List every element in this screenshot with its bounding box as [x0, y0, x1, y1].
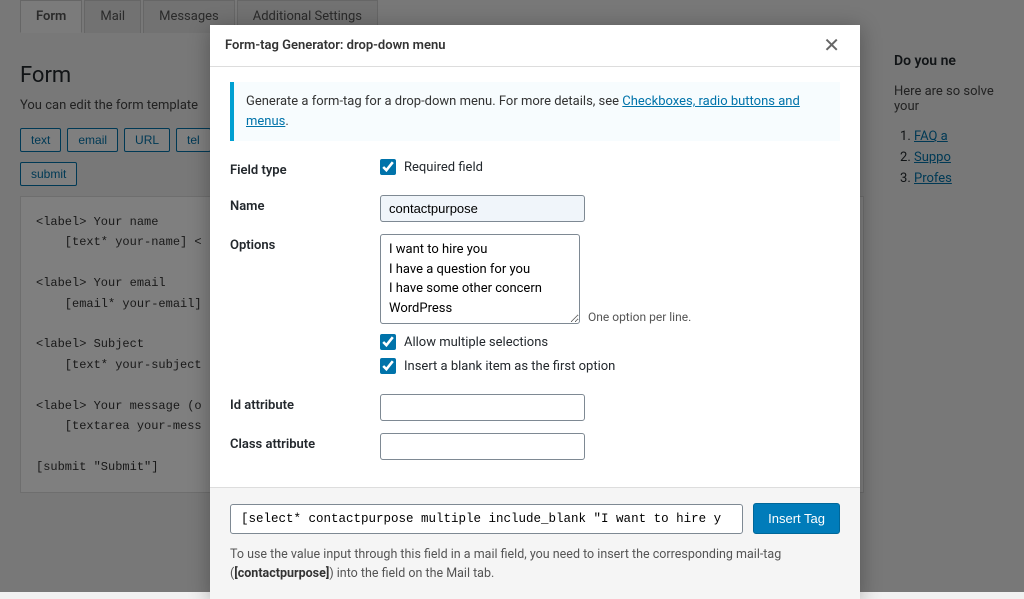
tag-output[interactable]: [230, 504, 743, 534]
insert-tag-button[interactable]: Insert Tag: [753, 503, 840, 534]
blank-label: Insert a blank item as the first option: [404, 359, 615, 374]
label-class: Class attribute: [230, 433, 380, 452]
label-name: Name: [230, 195, 380, 214]
blank-checkbox-row[interactable]: Insert a blank item as the first option: [380, 358, 840, 374]
label-options: Options: [230, 234, 380, 253]
label-id: Id attribute: [230, 394, 380, 413]
options-textarea[interactable]: I want to hire you I have a question for…: [380, 234, 580, 324]
multiple-checkbox-row[interactable]: Allow multiple selections: [380, 334, 840, 350]
blank-checkbox[interactable]: [380, 358, 396, 374]
multiple-checkbox[interactable]: [380, 334, 396, 350]
close-icon[interactable]: ✕: [818, 33, 845, 58]
label-field-type: Field type: [230, 159, 380, 178]
options-hint: One option per line.: [588, 310, 691, 324]
form-tag-generator-modal: Form-tag Generator: drop-down menu ✕ Gen…: [210, 25, 860, 599]
required-checkbox-row[interactable]: Required field: [380, 159, 840, 175]
required-checkbox[interactable]: [380, 159, 396, 175]
multiple-label: Allow multiple selections: [404, 335, 548, 350]
class-input[interactable]: [380, 433, 585, 460]
footer-note: To use the value input through this fiel…: [230, 546, 840, 584]
info-box: Generate a form-tag for a drop-down menu…: [230, 82, 840, 141]
required-label: Required field: [404, 160, 483, 175]
name-input[interactable]: [380, 195, 585, 222]
info-text: Generate a form-tag for a drop-down menu…: [246, 94, 622, 109]
modal-title: Form-tag Generator: drop-down menu: [225, 38, 445, 53]
id-input[interactable]: [380, 394, 585, 421]
